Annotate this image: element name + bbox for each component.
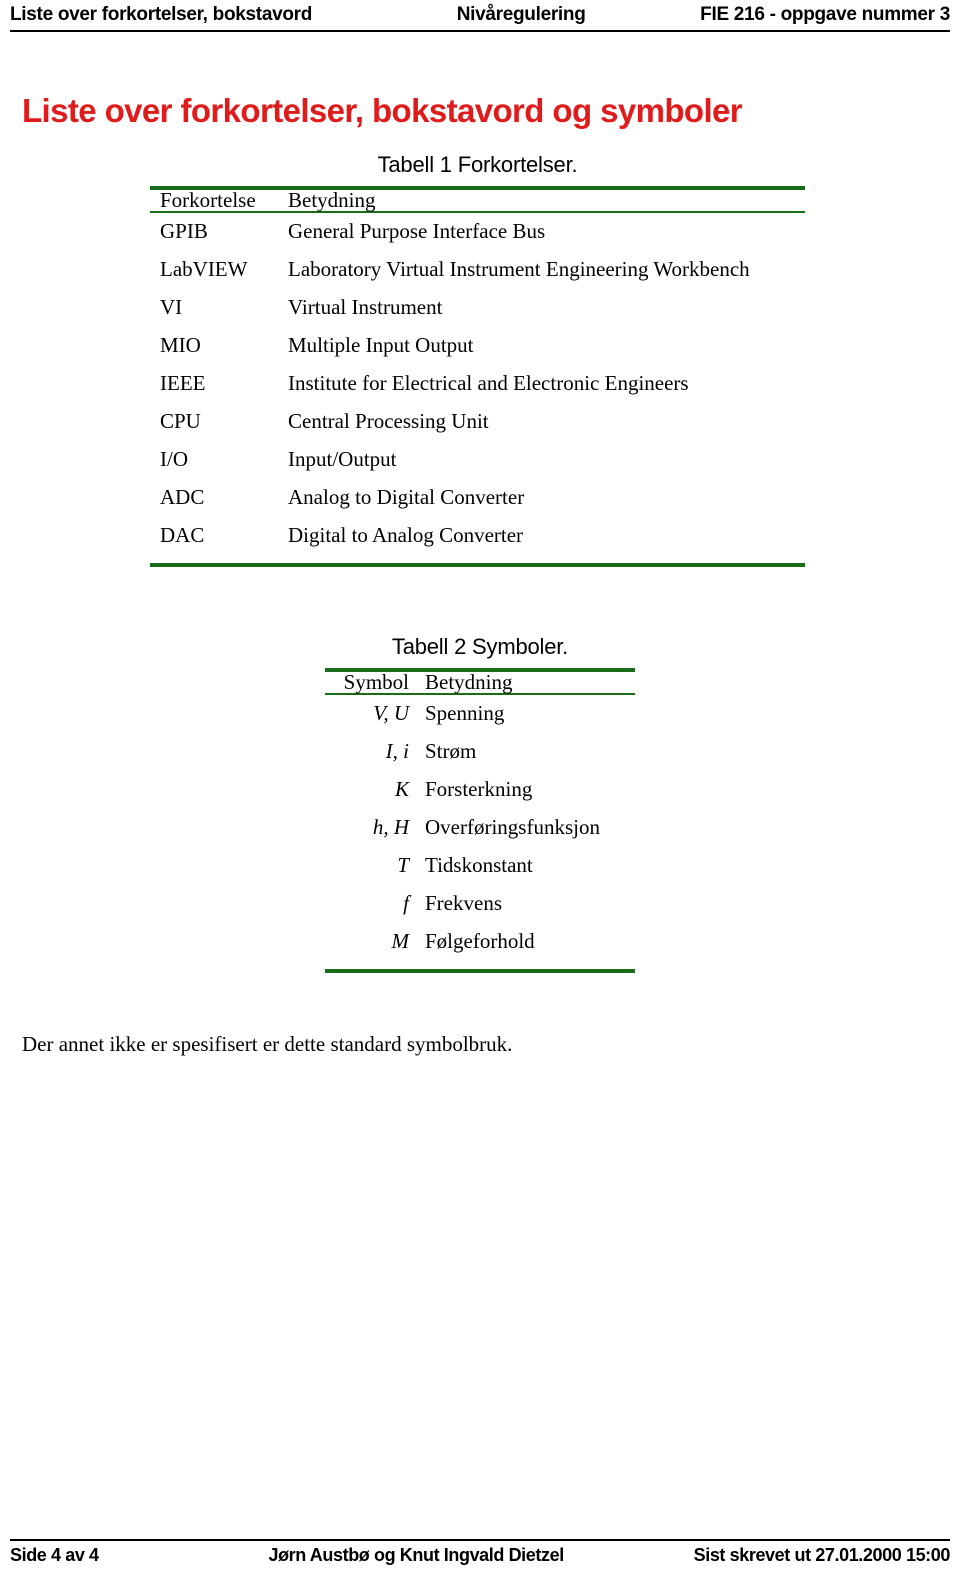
table-row: I, i Strøm <box>325 741 635 779</box>
table-1-header-row: Forkortelse Betydning <box>150 190 805 211</box>
symbols-table-body: Symbol Betydning V, U Spenning I, i Strø… <box>325 668 635 973</box>
symbol-key: M <box>391 929 410 953</box>
abbreviations-table-body: Forkortelse Betydning GPIB General Purpo… <box>150 186 805 567</box>
abbreviation-value: Central Processing Unit <box>288 409 489 433</box>
abbreviation-key: CPU <box>160 409 201 433</box>
table-row: LabVIEW Laboratory Virtual Instrument En… <box>150 259 805 297</box>
abbreviation-value: General Purpose Interface Bus <box>288 219 546 243</box>
closing-note: Der annet ikke er spesifisert er dette s… <box>22 1032 513 1056</box>
table-1-bottom-rule <box>150 563 805 567</box>
table-2-column-header-value: Betydning <box>425 670 513 694</box>
abbreviation-key: MIO <box>160 333 201 357</box>
header-center-text: Nivåregulering <box>456 4 586 25</box>
footer-divider <box>10 1539 950 1541</box>
footer-authors: Jørn Austbø og Knut Ingvald Dietzel <box>268 1545 564 1565</box>
symbol-value: Overføringsfunksjon <box>425 815 600 839</box>
table-row: DAC Digital to Analog Converter <box>150 525 805 563</box>
abbreviation-value: Analog to Digital Converter <box>288 485 525 509</box>
page-header-row: Liste over forkortelser, bokstavord Nivå… <box>10 4 950 26</box>
abbreviation-key: I/O <box>160 447 188 471</box>
table-row: CPU Central Processing Unit <box>150 411 805 449</box>
header-right-text: FIE 216 - oppgave nummer 3 <box>700 4 950 25</box>
table-row: VI Virtual Instrument <box>150 297 805 335</box>
table-row: ADC Analog to Digital Converter <box>150 487 805 525</box>
table-1-bottom-rule-row <box>150 563 805 567</box>
abbreviation-value: Digital to Analog Converter <box>288 523 524 547</box>
table-1-column-header-value: Betydning <box>288 188 376 212</box>
abbreviation-key: IEEE <box>160 371 206 395</box>
symbols-table: Symbol Betydning V, U Spenning I, i Strø… <box>325 668 635 973</box>
abbreviations-table: Forkortelse Betydning GPIB General Purpo… <box>150 186 805 567</box>
symbol-value: Strøm <box>425 739 477 763</box>
table-2-caption: Tabell 2 Symboler. <box>391 634 569 659</box>
table-row: T Tidskonstant <box>325 855 635 893</box>
symbol-value: Spenning <box>425 701 505 725</box>
symbol-key: h, H <box>372 815 409 839</box>
abbreviation-value: Institute for Electrical and Electronic … <box>288 371 689 395</box>
table-1-caption: Tabell 1 Forkortelser. <box>377 152 578 177</box>
table-2-bottom-rule <box>325 969 635 973</box>
symbol-value: Frekvens <box>425 891 502 915</box>
table-row: IEEE Institute for Electrical and Electr… <box>150 373 805 411</box>
abbreviation-value: Virtual Instrument <box>288 295 443 319</box>
table-row: M Følgeforhold <box>325 931 635 969</box>
symbol-key: V, U <box>373 701 409 725</box>
symbol-value: Følgeforhold <box>425 929 535 953</box>
footer-page-number: Side 4 av 4 <box>10 1545 99 1565</box>
abbreviation-key: ADC <box>160 485 205 509</box>
page-footer-row: Side 4 av 4 Jørn Austbø og Knut Ingvald … <box>10 1545 950 1566</box>
page-header: Liste over forkortelser, bokstavord Nivå… <box>10 4 950 34</box>
symbol-key: T <box>397 853 409 877</box>
footer-print-date: Sist skrevet ut 27.01.2000 15:00 <box>693 1545 951 1565</box>
abbreviation-key: LabVIEW <box>160 257 248 281</box>
table-2-bottom-rule-row <box>325 969 635 973</box>
page-footer: Side 4 av 4 Jørn Austbø og Knut Ingvald … <box>10 1539 950 1573</box>
table-row: h, H Overføringsfunksjon <box>325 817 635 855</box>
table-1-column-header-key: Forkortelse <box>160 188 256 212</box>
table-row: f Frekvens <box>325 893 635 931</box>
table-2-column-header-key: Symbol <box>343 670 409 694</box>
symbol-key: I, i <box>385 739 409 763</box>
symbol-key: f <box>403 891 409 915</box>
table-row: I/O Input/Output <box>150 449 805 487</box>
header-divider <box>10 30 950 32</box>
table-row: GPIB General Purpose Interface Bus <box>150 221 805 259</box>
table-row: MIO Multiple Input Output <box>150 335 805 373</box>
abbreviation-key: DAC <box>160 523 205 547</box>
table-row: V, U Spenning <box>325 703 635 741</box>
table-row: K Forsterkning <box>325 779 635 817</box>
table-2-header-row: Symbol Betydning <box>325 672 635 693</box>
symbol-key: K <box>394 777 409 801</box>
symbol-value: Forsterkning <box>425 777 533 801</box>
abbreviation-value: Multiple Input Output <box>288 333 474 357</box>
abbreviation-key: VI <box>160 295 183 319</box>
abbreviation-value: Input/Output <box>288 447 397 471</box>
symbol-value: Tidskonstant <box>425 853 533 877</box>
abbreviation-key: GPIB <box>160 219 208 243</box>
page-title: Liste over forkortelser, bokstavord og s… <box>22 92 743 129</box>
header-left-text: Liste over forkortelser, bokstavord <box>10 4 313 25</box>
abbreviation-value: Laboratory Virtual Instrument Engineerin… <box>288 257 750 281</box>
